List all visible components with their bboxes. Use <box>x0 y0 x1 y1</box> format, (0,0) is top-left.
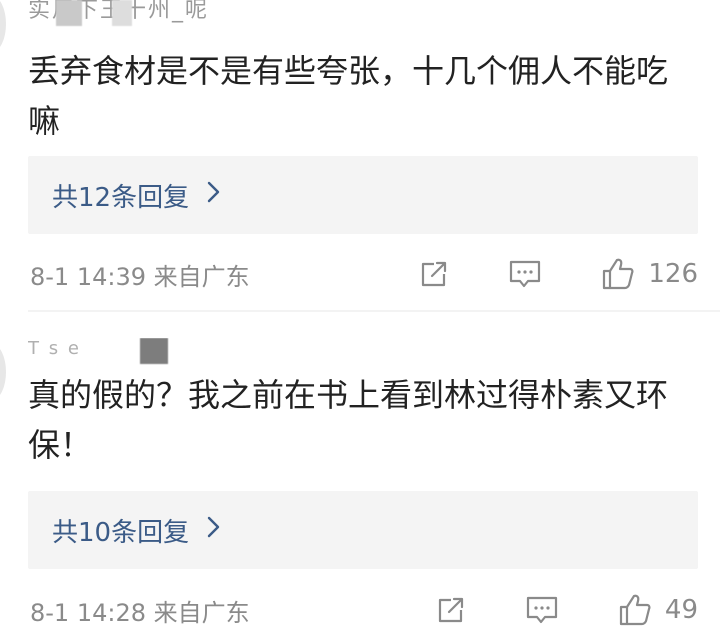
like-button[interactable]: 49 <box>617 592 698 628</box>
comment-button[interactable] <box>508 258 542 290</box>
chevron-right-icon <box>207 515 221 545</box>
view-replies-button[interactable]: 共12条回复 <box>28 156 698 234</box>
comment-icon <box>526 596 558 624</box>
comment-actions: 126 <box>418 254 698 294</box>
share-icon <box>422 261 447 287</box>
avatar[interactable] <box>0 0 6 52</box>
share-icon <box>438 597 464 623</box>
comment-item-2: T s e 真的假的？我之前在书上看到林过得朴素又环保！ 共10条回复 8-1 … <box>0 316 720 627</box>
username-text[interactable]: T s e <box>28 338 81 359</box>
username[interactable]: T s e <box>28 338 288 366</box>
username-redaction <box>112 0 132 26</box>
thumbs-up-icon <box>603 258 634 290</box>
comment-icon <box>510 260 541 288</box>
share-button[interactable] <box>435 594 467 626</box>
comment-text: 丢弃食材是不是有些夸张，十几个佣人不能吃嘛 <box>28 52 669 140</box>
thumbs-up-icon <box>619 594 651 626</box>
comment-actions: 49 <box>435 590 698 630</box>
comment-text: 真的假的？我之前在书上看到林过得朴素又环保！ <box>28 376 669 464</box>
username[interactable]: 实用下王十州_呢 <box>28 0 288 30</box>
comment-divider <box>28 310 720 312</box>
comment-meta: 8-1 14:28 来自广东 49 <box>30 590 698 630</box>
like-button[interactable]: 126 <box>600 256 698 292</box>
share-button[interactable] <box>418 258 450 290</box>
comment-item-1: 实用下王十州_呢 丢弃食材是不是有些夸张，十几个佣人不能吃嘛 共12条回复 8-… <box>0 0 720 310</box>
replies-label: 共10条回复 <box>52 517 190 548</box>
avatar[interactable] <box>0 344 6 400</box>
comment-time: 8-1 14:28 来自广东 <box>30 598 250 627</box>
chevron-right-icon <box>207 180 221 210</box>
comment-button[interactable] <box>525 594 559 626</box>
comment-time: 8-1 14:39 来自广东 <box>30 262 250 291</box>
like-count: 126 <box>648 259 698 289</box>
view-replies-button[interactable]: 共10条回复 <box>28 491 698 569</box>
comment-meta: 8-1 14:39 来自广东 126 <box>30 254 698 294</box>
username-redaction <box>56 0 82 26</box>
replies-label: 共12条回复 <box>52 182 190 213</box>
like-count: 49 <box>664 595 698 625</box>
username-redaction <box>140 338 168 364</box>
